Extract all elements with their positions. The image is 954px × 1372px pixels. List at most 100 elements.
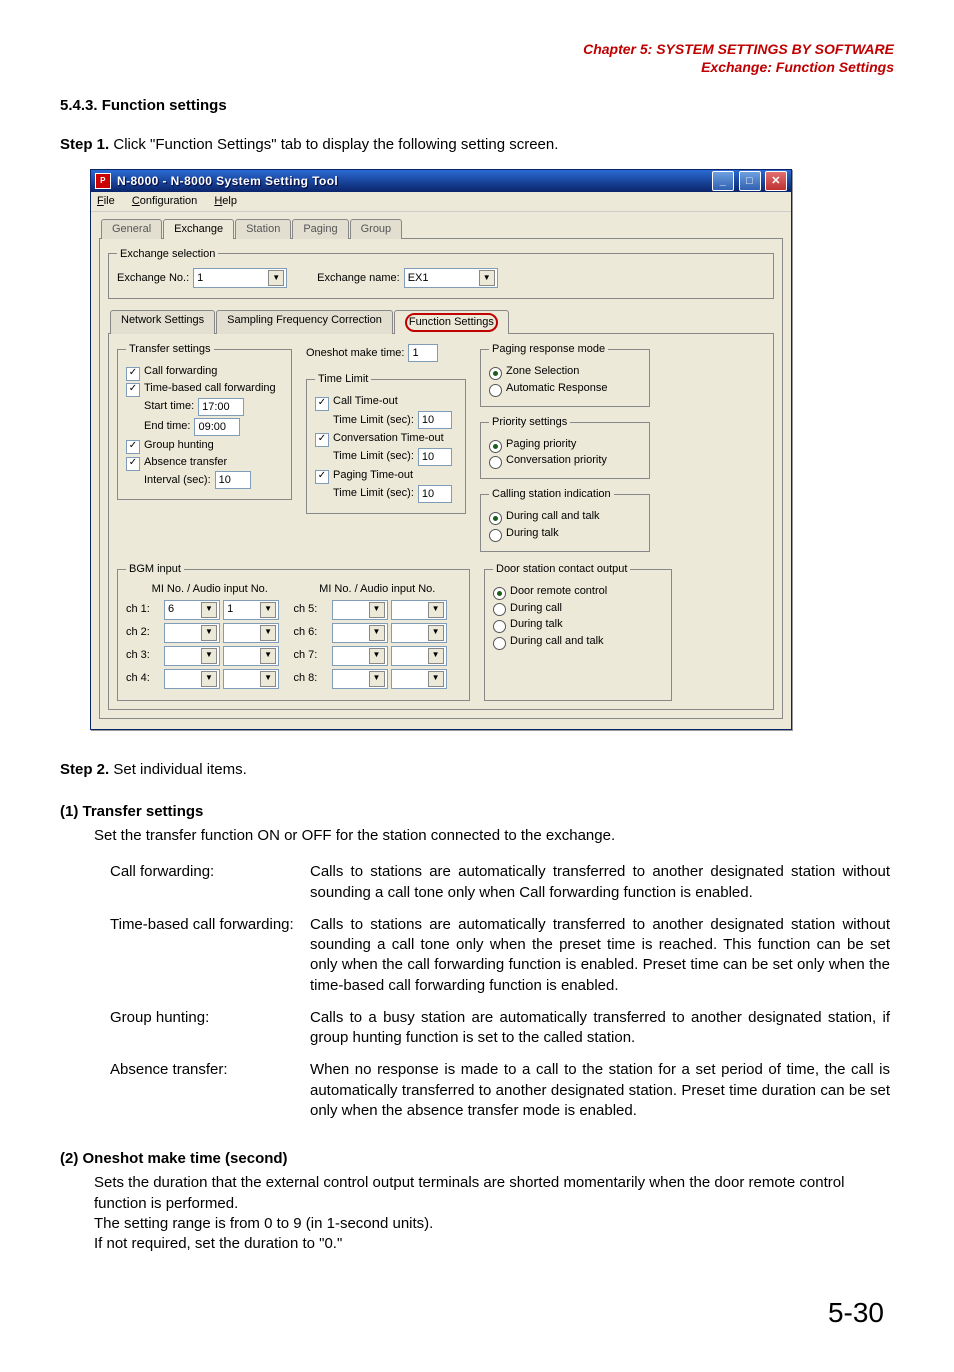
priority-legend: Priority settings <box>489 415 570 430</box>
ch5-ai-dropdown[interactable]: ▼ <box>391 600 447 620</box>
page-number: 5-30 <box>60 1294 884 1332</box>
ch2-mi-dropdown[interactable]: ▼ <box>164 623 220 643</box>
chevron-down-icon: ▼ <box>268 270 284 286</box>
absence-transfer-label: Absence transfer <box>144 455 227 470</box>
end-time-input[interactable] <box>194 418 240 436</box>
zone-selection-radio[interactable] <box>489 367 502 380</box>
conv-timeout-input[interactable] <box>418 448 452 466</box>
tb-def: Calls to stations are automatically tran… <box>310 909 890 1002</box>
conversation-priority-radio[interactable] <box>489 456 502 469</box>
titlebar: P N-8000 - N-8000 System Setting Tool _ … <box>91 170 791 192</box>
paging-priority-label: Paging priority <box>506 437 576 452</box>
step-1-text: Click "Function Settings" tab to display… <box>109 136 558 153</box>
definitions-table: Call forwarding: Calls to stations are a… <box>110 856 890 1127</box>
cf-term: Call forwarding: <box>110 856 310 909</box>
conv-timeout-checkbox[interactable]: ✓ <box>315 433 329 447</box>
time-limit-legend: Time Limit <box>315 372 371 387</box>
priority-fieldset: Priority settings Paging priority Conver… <box>480 415 650 480</box>
gh-def: Calls to a busy station are automaticall… <box>310 1002 890 1055</box>
door-call-talk-label: During call and talk <box>510 634 604 649</box>
tab-station[interactable]: Station <box>235 219 291 239</box>
ch6-mi-dropdown[interactable]: ▼ <box>332 623 388 643</box>
call-timeout-input[interactable] <box>418 411 452 429</box>
group-hunting-checkbox[interactable]: ✓ <box>126 440 140 454</box>
minimize-button[interactable]: _ <box>712 171 734 191</box>
paging-response-fieldset: Paging response mode Zone Selection Auto… <box>480 342 650 407</box>
during-talk-label: During talk <box>506 526 559 541</box>
call-timeout-checkbox[interactable]: ✓ <box>315 397 329 411</box>
close-button[interactable]: ✕ <box>765 171 787 191</box>
door-talk-radio[interactable] <box>493 620 506 633</box>
sub-tabs: Network Settings Sampling Frequency Corr… <box>110 309 774 333</box>
window-title: N-8000 - N-8000 System Setting Tool <box>117 173 711 189</box>
client-area: General Exchange Station Paging Group Ex… <box>91 212 791 729</box>
bgm-legend: BGM input <box>126 562 184 577</box>
ch7-mi-dropdown[interactable]: ▼ <box>332 646 388 666</box>
transfer-section-title: (1) Transfer settings <box>60 802 894 822</box>
at-term: Absence transfer: <box>110 1054 310 1127</box>
paging-response-legend: Paging response mode <box>489 342 608 357</box>
ch2-ai-dropdown[interactable]: ▼ <box>223 623 279 643</box>
automatic-response-radio[interactable] <box>489 384 502 397</box>
ch4-ai-dropdown[interactable]: ▼ <box>223 669 279 689</box>
step-2: Step 2. Set individual items. <box>60 760 894 780</box>
ch8-mi-dropdown[interactable]: ▼ <box>332 669 388 689</box>
maximize-button[interactable]: □ <box>739 171 761 191</box>
tab-paging[interactable]: Paging <box>292 219 348 239</box>
exchange-no-dropdown[interactable]: 1▼ <box>193 268 287 288</box>
ch3-mi-dropdown[interactable]: ▼ <box>164 646 220 666</box>
paging-timeout-input[interactable] <box>418 485 452 503</box>
calling-indication-fieldset: Calling station indication During call a… <box>480 487 650 552</box>
chapter-line2: Exchange: Function Settings <box>701 59 894 75</box>
ch1-label: ch 1: <box>126 602 160 617</box>
call-forwarding-checkbox[interactable]: ✓ <box>126 367 140 381</box>
interval-input[interactable] <box>215 471 251 489</box>
paging-timeout-checkbox[interactable]: ✓ <box>315 470 329 484</box>
exchange-name-dropdown[interactable]: EX1▼ <box>404 268 498 288</box>
ch4-label: ch 4: <box>126 671 160 686</box>
transfer-settings-legend: Transfer settings <box>126 342 214 357</box>
oneshot-label: Oneshot make time: <box>306 346 404 361</box>
transfer-settings-fieldset: Transfer settings ✓Call forwarding ✓Time… <box>117 342 292 500</box>
ch6-ai-dropdown[interactable]: ▼ <box>391 623 447 643</box>
ch3-ai-dropdown[interactable]: ▼ <box>223 646 279 666</box>
door-call-radio[interactable] <box>493 603 506 616</box>
paging-priority-radio[interactable] <box>489 440 502 453</box>
menu-file[interactable]: File <box>97 195 115 207</box>
calling-indication-legend: Calling station indication <box>489 487 614 502</box>
tab-general[interactable]: General <box>101 219 162 239</box>
step-1-label: Step 1. <box>60 136 109 153</box>
tab-group[interactable]: Group <box>350 219 403 239</box>
tab-exchange[interactable]: Exchange <box>163 219 234 239</box>
ch4-mi-dropdown[interactable]: ▼ <box>164 669 220 689</box>
oneshot-l1: Sets the duration that the external cont… <box>94 1173 894 1214</box>
call-forwarding-label: Call forwarding <box>144 364 217 379</box>
subtab-sampling[interactable]: Sampling Frequency Correction <box>216 310 393 334</box>
ch7-ai-dropdown[interactable]: ▼ <box>391 646 447 666</box>
during-talk-radio[interactable] <box>489 529 502 542</box>
ch5-label: ch 5: <box>294 602 328 617</box>
absence-transfer-checkbox[interactable]: ✓ <box>126 457 140 471</box>
door-call-talk-radio[interactable] <box>493 637 506 650</box>
section-title: 5.4.3. Function settings <box>60 96 894 116</box>
subtab-function[interactable]: Function Settings <box>394 310 509 334</box>
ch8-ai-dropdown[interactable]: ▼ <box>391 669 447 689</box>
ch1-mi-dropdown[interactable]: 6▼ <box>164 600 220 620</box>
menu-help[interactable]: Help <box>214 195 237 207</box>
time-based-checkbox[interactable]: ✓ <box>126 383 140 397</box>
during-call-talk-radio[interactable] <box>489 512 502 525</box>
ch1-ai-dropdown[interactable]: 1▼ <box>223 600 279 620</box>
start-time-input[interactable] <box>198 398 244 416</box>
oneshot-input[interactable] <box>408 344 438 362</box>
bgm-header1: MI No. / Audio input No. <box>126 582 294 597</box>
menu-configuration[interactable]: Configuration <box>132 195 197 207</box>
conversation-priority-label: Conversation priority <box>506 453 607 468</box>
conv-timeout-limit-label: Time Limit (sec): <box>333 449 414 464</box>
ch7-label: ch 7: <box>294 648 328 663</box>
automatic-response-label: Automatic Response <box>506 381 608 396</box>
ch5-mi-dropdown[interactable]: ▼ <box>332 600 388 620</box>
window-buttons: _ □ ✕ <box>711 171 787 191</box>
door-remote-radio[interactable] <box>493 587 506 600</box>
call-timeout-limit-label: Time Limit (sec): <box>333 413 414 428</box>
subtab-network[interactable]: Network Settings <box>110 310 215 334</box>
